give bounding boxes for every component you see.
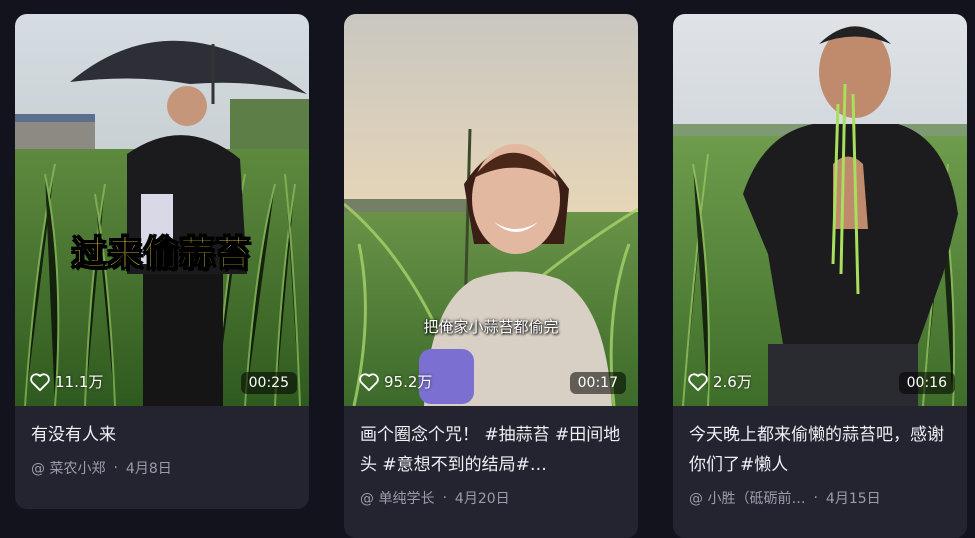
thumbnail-image bbox=[344, 14, 638, 406]
video-duration: 00:25 bbox=[240, 372, 297, 394]
publish-date: 4月15日 bbox=[825, 491, 881, 507]
video-card-3[interactable]: 2.6万 00:16 今天晚上都来偷懒的蒜苔吧，感谢你们了#懒人 @ 小胜（砥砺… bbox=[673, 14, 967, 538]
likes-count: 11.1万 bbox=[29, 371, 103, 392]
video-duration: 00:17 bbox=[569, 372, 626, 394]
video-card-2[interactable]: 把俺家小蒜苔都偷完 95.2万 00:17 画个圈念个咒！ #抽蒜苔 #田间地头… bbox=[344, 14, 638, 538]
heart-icon bbox=[30, 372, 50, 391]
meta-separator: · bbox=[113, 460, 118, 476]
likes-count: 95.2万 bbox=[358, 371, 432, 392]
meta-separator: · bbox=[442, 490, 447, 506]
publish-date: 4月20日 bbox=[454, 491, 510, 507]
video-overlay-text: 过来偷蒜苔 bbox=[72, 234, 252, 275]
likes-value: 11.1万 bbox=[55, 373, 104, 391]
video-title[interactable]: 画个圈念个咒！ #抽蒜苔 #田间地头 #意想不到的结局#… bbox=[360, 420, 622, 480]
likes-value: 2.6万 bbox=[713, 373, 752, 391]
video-duration: 00:16 bbox=[898, 372, 955, 394]
video-title[interactable]: 今天晚上都来偷懒的蒜苔吧，感谢你们了#懒人 bbox=[689, 420, 951, 480]
video-title[interactable]: 有没有人来 bbox=[31, 420, 293, 450]
video-thumbnail[interactable]: 把俺家小蒜苔都偷完 95.2万 00:17 bbox=[344, 14, 638, 406]
thumbnail-image bbox=[15, 14, 309, 406]
author-name[interactable]: @ 菜农小郑 bbox=[31, 458, 105, 478]
video-overlay-text: 把俺家小蒜苔都偷完 bbox=[423, 318, 559, 336]
thumbnail-image bbox=[673, 14, 967, 406]
meta-separator: · bbox=[813, 490, 818, 506]
video-thumbnail[interactable]: 过来偷蒜苔 11.1万 00:25 bbox=[15, 14, 309, 406]
video-thumbnail[interactable]: 2.6万 00:16 bbox=[673, 14, 967, 406]
likes-count: 2.6万 bbox=[687, 371, 752, 392]
author-name[interactable]: @ 小胜（砥砺前… bbox=[689, 488, 805, 508]
likes-value: 95.2万 bbox=[384, 373, 433, 391]
heart-icon bbox=[688, 372, 708, 391]
publish-date: 4月8日 bbox=[125, 461, 172, 477]
heart-icon bbox=[359, 372, 379, 391]
author-name[interactable]: @ 单纯学长 bbox=[360, 488, 434, 508]
video-card-1[interactable]: 过来偷蒜苔 11.1万 00:25 有没有人来 @ 菜农小郑 · 4月8日 bbox=[15, 14, 309, 509]
